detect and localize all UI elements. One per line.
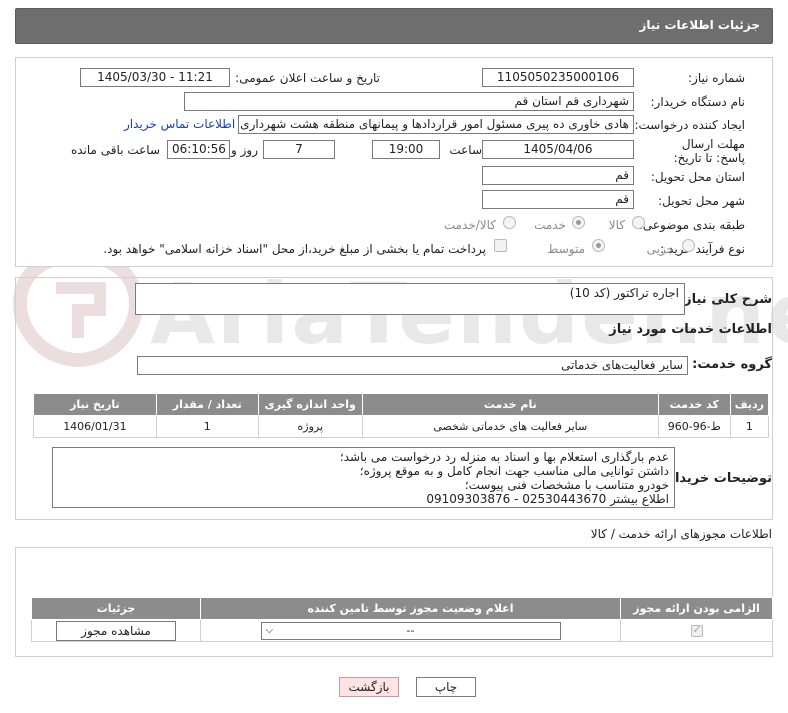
permits-table: الزامی بودن ارائه مجوز اعلام وضعیت مجوز …: [31, 597, 773, 642]
summary-field: اجاره تراکتور (کد 10): [135, 283, 685, 315]
buyer-org-label: نام دستگاه خریدار:: [650, 95, 746, 109]
deadline-label: مهلت ارسال پاسخ: تا تاریخ:: [673, 137, 745, 165]
days-field: 7: [263, 140, 335, 159]
remaining-time-field: 06:10:56: [167, 140, 230, 159]
permit-required-checkbox[interactable]: ✓: [690, 623, 703, 637]
cell-service-name: سایر فعالیت های خدماتی شخصی: [361, 415, 659, 438]
chevron-down-icon: ⌵: [265, 624, 274, 636]
cell-permit-status: -- ⌵: [200, 619, 621, 642]
permit-status-select[interactable]: -- ⌵: [260, 621, 561, 640]
buyer-notes-label: توضیحات خریدار:: [662, 471, 772, 486]
service-group-field: سایر فعالیت‌های خدماتی: [137, 356, 688, 375]
category-radio-service[interactable]: [572, 216, 585, 229]
cell-quantity: 1: [155, 415, 259, 438]
need-number-label: شماره نیاز:: [688, 71, 745, 85]
summary-label: شرح کلی نیاز:: [678, 292, 772, 307]
province-label: استان محل تحویل:: [650, 170, 745, 184]
print-button[interactable]: چاپ: [416, 677, 476, 697]
announce-datetime-field: 1405/03/30 - 11:21: [80, 68, 230, 87]
cell-service-code: ط-96-960: [657, 415, 731, 438]
col-quantity: تعداد / مقدار: [155, 393, 259, 416]
permit-status-value: --: [406, 623, 415, 637]
buyer-notes-line: اطلاع بیشتر 02530443670 - 09109303876: [426, 492, 669, 506]
deadline-time-label: ساعت: [449, 143, 482, 157]
days-label: روز و: [231, 143, 258, 157]
requester-label: ایجاد کننده درخواست:: [634, 118, 745, 132]
services-table: ردیف کد خدمت نام خدمت واحد اندازه گیری ت…: [33, 393, 770, 438]
permits-table-header: الزامی بودن ارائه مجوز اعلام وضعیت مجوز …: [31, 597, 773, 620]
page-title: جزئیات اطلاعات نیاز: [639, 18, 760, 32]
buyer-notes-field: عدم بارگذاری استعلام بها و اسناد به منزل…: [52, 447, 675, 508]
view-permit-button[interactable]: مشاهده مجوز: [56, 620, 176, 641]
cell-permit-details: مشاهده مجوز: [31, 619, 201, 642]
services-table-header: ردیف کد خدمت نام خدمت واحد اندازه گیری ت…: [33, 393, 770, 416]
category-option-goods: کالا: [608, 218, 625, 232]
treasury-payment-note: پرداخت تمام یا بخشی از مبلغ خرید،از محل …: [103, 242, 486, 256]
province-field: قم: [482, 166, 634, 185]
back-button[interactable]: بازگشت: [339, 677, 399, 697]
category-option-goods-service: کالا/خدمت: [443, 218, 496, 232]
col-service-code: کد خدمت: [657, 393, 731, 416]
check-mark-icon: ✓: [692, 623, 702, 636]
buyer-notes-line: عدم بارگذاری استعلام بها و اسناد به منزل…: [339, 450, 669, 464]
category-radio-goods[interactable]: [632, 216, 645, 229]
col-permit-details: جزئیات: [31, 597, 201, 620]
table-row: 1 ط-96-960 سایر فعالیت های خدماتی شخصی پ…: [33, 415, 770, 438]
permits-title: اطلاعات مجوزهای ارائه خدمت / کالا: [590, 527, 772, 541]
cell-permit-required: ✓: [620, 619, 773, 642]
col-row: ردیف: [729, 393, 770, 416]
deadline-date-field: 1405/04/06: [482, 140, 634, 159]
col-permit-status: اعلام وضعیت مجوز توسط تامین کننده: [200, 597, 621, 620]
cell-unit: پروژه: [257, 415, 363, 438]
process-option-minor: جزیی: [646, 242, 674, 256]
cell-need-date: 1406/01/31: [33, 415, 157, 438]
process-radio-minor[interactable]: [682, 239, 695, 252]
services-title: اطلاعات خدمات مورد نیاز: [609, 322, 772, 337]
need-number-field: 1105050235000106: [482, 68, 634, 87]
remaining-time-label: ساعت باقی مانده: [70, 143, 160, 157]
col-need-date: تاریخ نیاز: [33, 393, 157, 416]
category-radio-goods-service[interactable]: [503, 216, 516, 229]
col-unit: واحد اندازه گیری: [257, 393, 363, 416]
city-label: شهر محل تحویل:: [658, 194, 745, 208]
deadline-time-field: 19:00: [372, 140, 440, 159]
requester-field: هادی خاوری ده پیری مسئول امور قراردادها …: [238, 115, 634, 134]
process-option-medium: متوسط: [547, 242, 585, 256]
buyer-notes-line: خودرو متناسب با مشخصات فنی پیوست؛: [464, 478, 669, 492]
category-option-service: خدمت: [534, 218, 566, 232]
treasury-payment-checkbox[interactable]: [494, 239, 507, 252]
col-service-name: نام خدمت: [361, 393, 659, 416]
buyer-contact-link[interactable]: اطلاعات تماس خریدار: [124, 117, 235, 131]
buyer-org-field: شهرداری قم استان قم: [184, 92, 634, 111]
col-permit-required: الزامی بودن ارائه مجوز: [620, 597, 773, 620]
buyer-notes-line: داشتن توانایی مالی مناسب جهت انجام کامل …: [359, 464, 669, 478]
table-row: ✓ -- ⌵ مشاهده مجوز: [31, 619, 773, 642]
process-radio-medium[interactable]: [592, 239, 605, 252]
category-label: طبقه بندی موضوعی:: [638, 218, 745, 232]
service-group-label: گروه خدمت:: [692, 357, 772, 372]
cell-row: 1: [729, 415, 770, 438]
city-field: قم: [482, 190, 634, 209]
announce-datetime-label: تاریخ و ساعت اعلان عمومی:: [235, 71, 380, 85]
